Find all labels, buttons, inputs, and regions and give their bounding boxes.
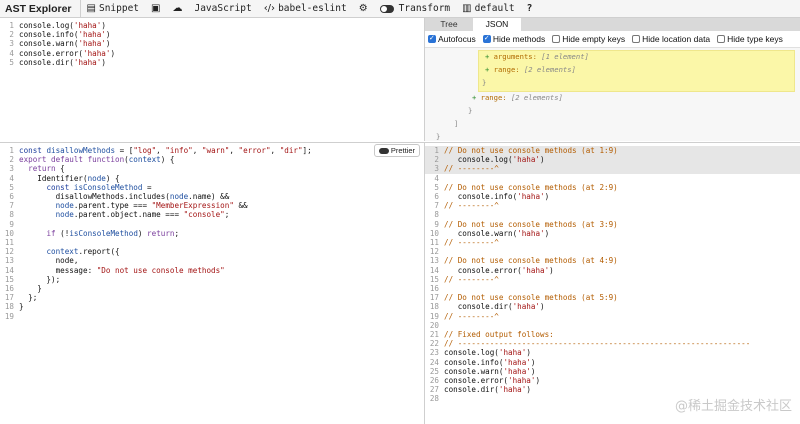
transformer-select[interactable]: ▥ default [456, 0, 521, 17]
hide-methods-checkbox[interactable] [482, 34, 491, 43]
hide-location-data-option[interactable]: Hide location data [632, 34, 710, 44]
tree-value: [2 elements] [523, 65, 576, 74]
help-label: ? [526, 3, 533, 14]
fork-button[interactable]: ☁ [166, 0, 188, 17]
tree-brace: } [468, 106, 473, 115]
tab-json[interactable]: JSON [473, 18, 521, 31]
tree-brace: } [482, 78, 487, 87]
transform-editor[interactable]: Prettier 1 2 3 4 5 6 7 8 9 10 11 12 13 1… [0, 142, 425, 424]
toggle-icon [379, 4, 394, 13]
ast-panel: Tree JSON Autofocus Hide methods Hide em… [425, 18, 800, 141]
code-icon: ‹/› [263, 3, 276, 14]
transform-lines[interactable]: const disallowMethods = ["log", "info", … [19, 146, 312, 312]
tree-key: arguments: [493, 52, 537, 61]
hide-type-keys-label: Hide type keys [727, 34, 783, 44]
hide-methods-label: Hide methods [492, 34, 546, 44]
prettier-toggle[interactable]: Prettier [373, 144, 420, 157]
toggle-icon [378, 147, 389, 154]
tree-key: range: [493, 65, 520, 74]
tree-bracket: ] [454, 119, 459, 128]
tree-node-range[interactable]: + range: [2 elements] [472, 91, 563, 104]
source-editor[interactable]: 1 2 3 4 5 console.log('haha') console.in… [0, 18, 425, 141]
output-lines: // Do not use console methods (at 1:9) c… [444, 146, 751, 395]
hide-type-keys-option[interactable]: Hide type keys [717, 34, 783, 44]
autofocus-checkbox[interactable] [428, 34, 436, 43]
parser-label: babel-eslint [278, 3, 347, 14]
tree-node-range[interactable]: + range: [2 elements] [485, 63, 576, 76]
hide-location-data-checkbox[interactable] [632, 35, 641, 43]
expand-icon: + [485, 52, 494, 61]
snippet-label: Snippet [98, 3, 140, 14]
transform-code[interactable]: 1 2 3 4 5 6 7 8 9 10 11 12 13 14 15 16 1… [0, 146, 312, 321]
watermark: @稀土掘金技术社区 [674, 399, 792, 414]
save-button[interactable]: ▣ [145, 0, 166, 17]
source-line-numbers: 1 2 3 4 5 [9, 21, 14, 67]
output-panel: 1 2 3 4 5 6 7 8 9 10 11 12 13 14 15 16 1… [425, 142, 800, 424]
top-toolbar: AST Explorer ▤ Snippet ▣ ☁ JavaScript ‹/›… [0, 0, 800, 18]
cloud-icon: ☁ [172, 3, 183, 14]
tree-value: [2 elements] [510, 93, 563, 102]
gear-icon: ⚙ [358, 3, 368, 14]
hide-empty-keys-option[interactable]: Hide empty keys [552, 34, 625, 44]
tab-tree[interactable]: Tree [425, 18, 473, 31]
language-select[interactable]: JavaScript [188, 0, 257, 17]
tree-key: range: [480, 93, 507, 102]
autofocus-label: Autofocus [438, 34, 476, 44]
source-lines[interactable]: console.log('haha') console.info('haha')… [19, 21, 115, 67]
file-icon: ▤ [86, 3, 96, 14]
hide-methods-option[interactable]: Hide methods [482, 34, 546, 44]
hide-empty-keys-checkbox[interactable] [552, 35, 561, 43]
expand-icon: + [472, 93, 481, 102]
save-icon: ▣ [151, 3, 161, 14]
hide-type-keys-checkbox[interactable] [717, 35, 726, 43]
source-code[interactable]: 1 2 3 4 5 console.log('haha') console.in… [0, 21, 115, 67]
parser-select[interactable]: ‹/› babel-eslint [258, 0, 353, 17]
transformer-label: default [474, 3, 515, 14]
tree-brace: } [436, 132, 441, 141]
output-line-numbers: 1 2 3 4 5 6 7 8 9 10 11 12 13 14 15 16 1… [429, 146, 439, 404]
transform-label: Transform [398, 3, 451, 14]
hide-location-data-label: Hide location data [642, 34, 711, 44]
app-title: AST Explorer [5, 2, 72, 15]
ast-options: Autofocus Hide methods Hide empty keys H… [425, 31, 800, 48]
tree-value: [1 element] [541, 52, 589, 61]
parser-settings-button[interactable]: ⚙ [353, 0, 374, 17]
prettier-label: Prettier [390, 146, 415, 155]
help-button[interactable]: ? [521, 0, 539, 17]
autofocus-option[interactable]: Autofocus [428, 34, 476, 44]
hide-empty-keys-label: Hide empty keys [562, 34, 626, 44]
transform-line-numbers: 1 2 3 4 5 6 7 8 9 10 11 12 13 14 15 16 1… [4, 146, 14, 321]
output-code: 1 2 3 4 5 6 7 8 9 10 11 12 13 14 15 16 1… [425, 146, 750, 403]
language-label: JavaScript [194, 3, 252, 14]
expand-icon: + [485, 65, 494, 74]
tree-node-arguments[interactable]: + arguments: [1 element] [485, 50, 589, 63]
transform-toggle[interactable]: Transform [374, 0, 456, 17]
snippet-menu[interactable]: ▤ Snippet [81, 0, 146, 17]
document-icon: ▥ [462, 3, 472, 14]
ast-tabs: Tree JSON [425, 18, 800, 31]
